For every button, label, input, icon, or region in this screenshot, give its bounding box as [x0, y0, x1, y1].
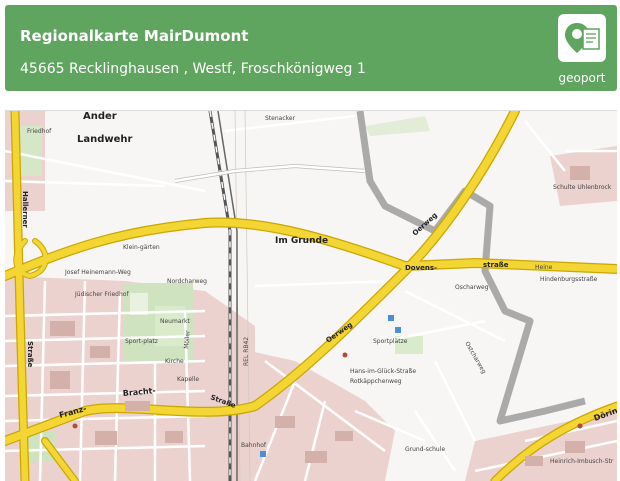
label-schulte: Schulte Uhlenbrock [553, 184, 612, 191]
label-oscharweg: Oscharweg [455, 284, 489, 291]
label-ostcharweg: Ostcharweg [463, 341, 487, 376]
label-nordcharweg: Nordcharweg [167, 278, 207, 285]
label-heine: Heine [535, 264, 553, 271]
regional-map[interactable]: Ander Landwehr Friedhof Im Grunde Dovens… [5, 110, 617, 481]
church-icon [342, 352, 348, 358]
label-kleingaerten: Klein-gärten [123, 244, 160, 251]
label-rep-b: REL RB42 [243, 337, 250, 366]
label-strasse-dovens: straße [483, 261, 509, 269]
label-kapelle: Kapelle [177, 376, 199, 383]
label-juedischer-friedhof: Jüdischer Friedhof [74, 291, 129, 298]
map-canvas[interactable]: Ander Landwehr Friedhof Im Grunde Dovens… [5, 111, 617, 481]
logo-text: geoport [558, 71, 606, 85]
church-icon [72, 423, 78, 429]
label-hindenburgsstr: Hindenburgsstraße [540, 276, 598, 283]
label-hans-im-glueck: Hans-im-Glück-Straße [350, 368, 416, 375]
label-hallerner: Hallerner [21, 191, 29, 228]
label-josef-heinemann: Josef Heinemann-Weg [64, 269, 131, 276]
label-rotkaeppchenweg: Rotkäppchenweg [350, 378, 402, 385]
label-grundschule: Grund-schule [405, 446, 445, 453]
geoport-logo[interactable] [558, 14, 606, 62]
label-ander: Ander [83, 111, 117, 122]
label-heinrich: Heinrich-Imbusch-Str [550, 458, 614, 465]
church-icon [577, 423, 583, 429]
label-friedhof: Friedhof [27, 128, 52, 135]
address-text: 45665 Recklinghausen , Westf, Froschköni… [20, 61, 366, 77]
label-stenacker: Stenacker [265, 115, 296, 122]
label-strasse-left: Straße [26, 341, 34, 368]
parking-icon [388, 315, 394, 321]
map-header: Regionalkarte MairDumont 45665 Recklingh… [5, 5, 617, 91]
label-landwehr: Landwehr [77, 134, 133, 145]
map-pin-icon [565, 23, 600, 53]
parking-icon [395, 327, 401, 333]
parking-icon [260, 451, 266, 457]
label-dovens: Dovens- [405, 264, 437, 272]
label-neumarkt: Neumarkt [160, 318, 190, 325]
map-title: Regionalkarte MairDumont [20, 27, 249, 45]
label-sportplatz: Sport-platz [125, 338, 158, 345]
label-sportplaetze: Sportplätze [373, 338, 408, 345]
label-im-grunde: Im Grunde [275, 236, 328, 246]
label-kirche: Kirche [165, 358, 184, 365]
label-bahnhof: Bahnhof [241, 442, 267, 449]
